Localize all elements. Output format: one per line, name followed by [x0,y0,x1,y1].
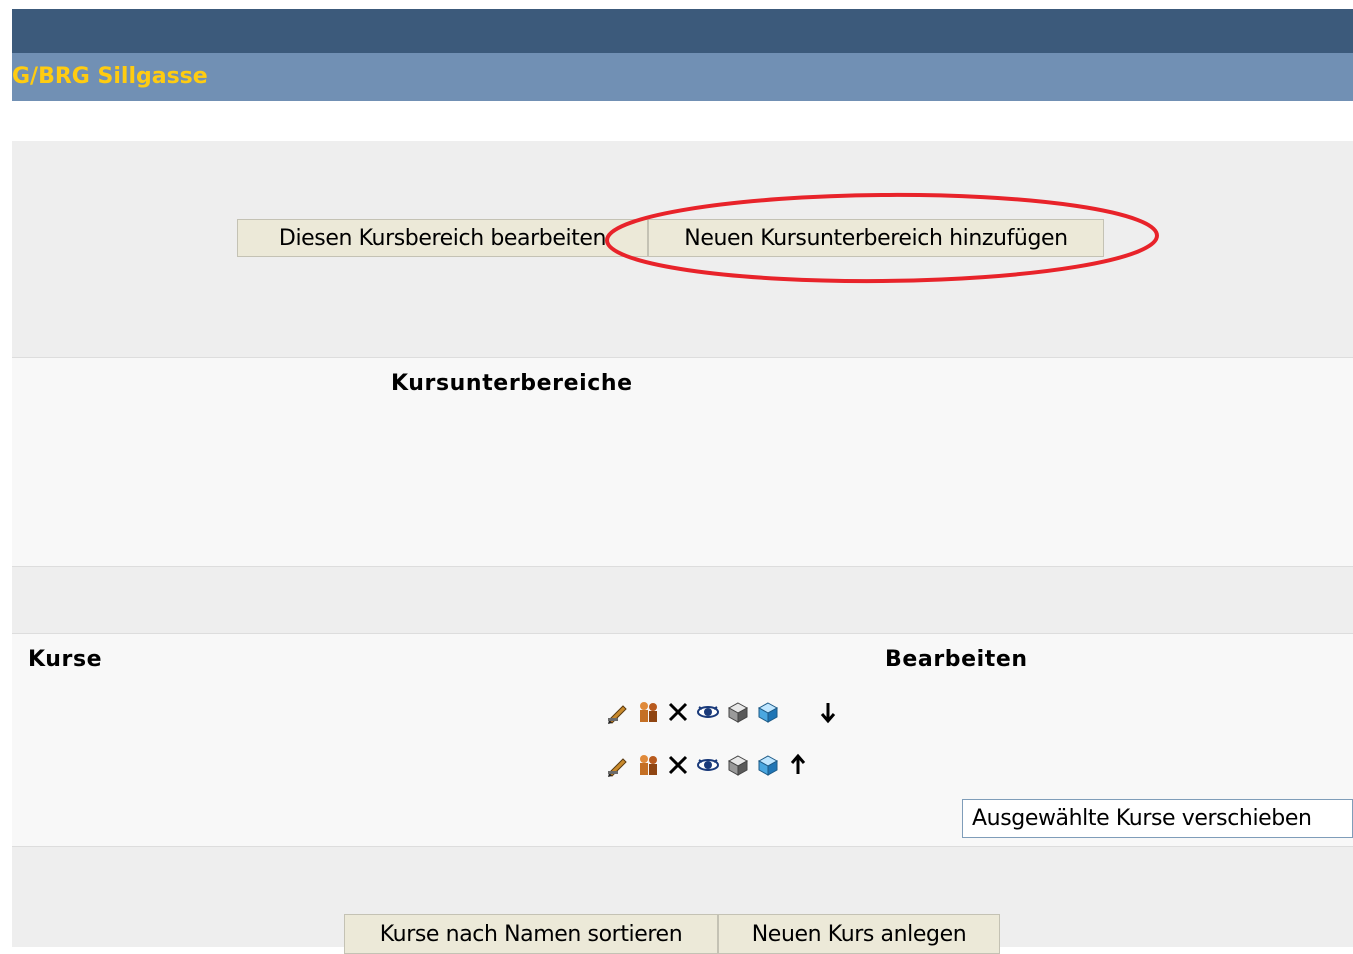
delete-icon[interactable] [666,700,690,724]
subcategories-panel [12,358,1353,566]
title-bar [12,53,1353,101]
edit-category-button[interactable]: Diesen Kursbereich bearbeiten [237,219,648,257]
highlight-ellipse [605,192,1159,284]
course-row-actions [606,698,846,726]
spacer-panel [12,567,1353,633]
delete-icon[interactable] [666,753,690,777]
roles-icon[interactable] [636,700,660,724]
edit-icon[interactable] [606,700,630,724]
course-row-actions [606,751,816,779]
edit-column-header: Bearbeiten [885,647,1028,672]
courses-column-header: Kurse [28,647,103,672]
restore-icon[interactable] [756,700,780,724]
sort-courses-button[interactable]: Kurse nach Namen sortieren [344,914,718,954]
restore-icon[interactable] [756,753,780,777]
show-icon[interactable] [696,700,720,724]
move-up-icon[interactable] [786,753,810,777]
show-icon[interactable] [696,753,720,777]
backup-icon[interactable] [726,753,750,777]
new-course-button[interactable]: Neuen Kurs anlegen [718,914,1000,954]
move-courses-select[interactable]: Ausgewählte Kurse verschieben [962,799,1353,838]
site-title[interactable]: G/BRG Sillgasse [12,64,208,89]
edit-icon[interactable] [606,753,630,777]
subcategories-heading: Kursunterbereiche [391,371,633,396]
top-bar [12,9,1353,53]
backup-icon[interactable] [726,700,750,724]
move-down-icon[interactable] [816,700,840,724]
roles-icon[interactable] [636,753,660,777]
